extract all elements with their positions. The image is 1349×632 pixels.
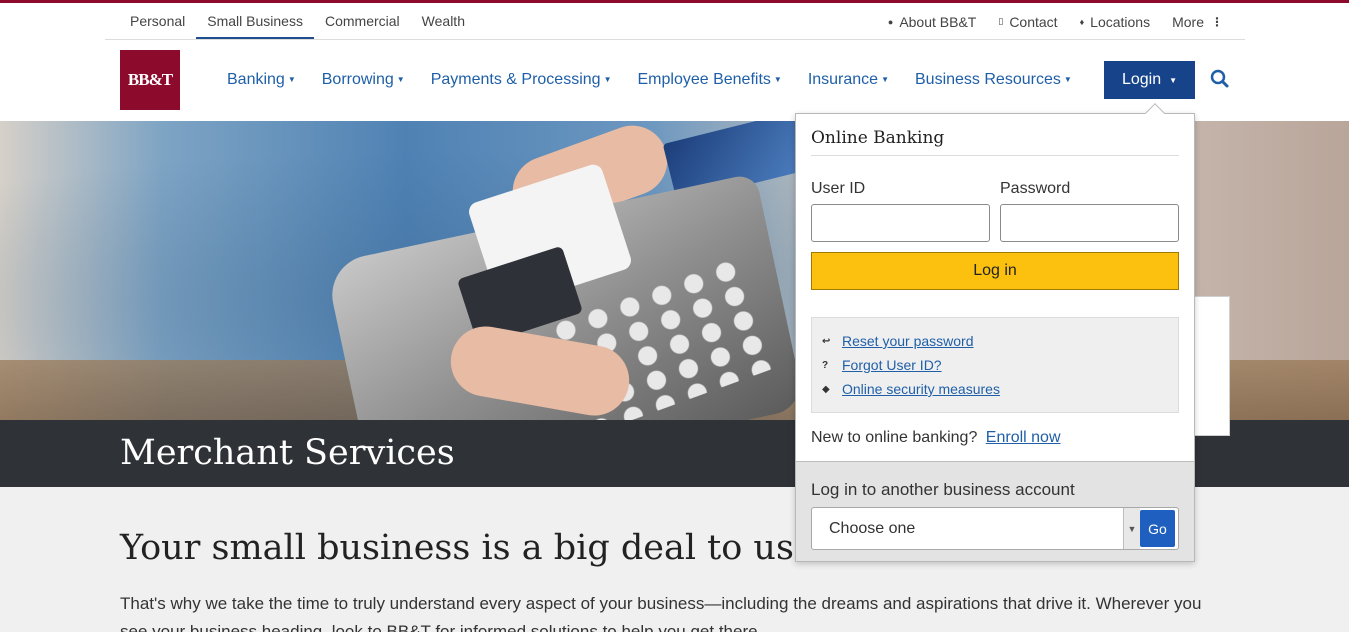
nav-payments-processing[interactable]: Payments & Processing ▼ [431,71,612,89]
more-menu[interactable]: More ⋮ [1172,14,1223,30]
nav-banking[interactable]: Banking ▼ [227,71,296,89]
about-link[interactable]: ● About BB&T [888,14,976,30]
nav-business-resources-label: Business Resources [915,71,1061,88]
forgot-user-id-link[interactable]: Forgot User ID? [842,357,942,373]
tab-wealth[interactable]: Wealth [411,3,476,39]
contact-link[interactable]: ▯ Contact [998,14,1057,30]
nav-insurance-label: Insurance [807,71,879,88]
search-button[interactable] [1209,68,1231,90]
login-button[interactable]: Login ▼ [1104,61,1195,99]
online-banking-title: Online Banking [811,128,945,148]
login-button-label: Login [1121,71,1162,88]
log-in-button[interactable]: Log in [811,252,1179,290]
new-to-banking-text: New to online banking? [811,429,978,446]
key-icon: ↩ [822,335,831,347]
business-account-select[interactable]: Choose one ▼ [811,507,1179,550]
bbt-logo[interactable]: BB&T [120,50,180,110]
utility-links: ● About BB&T ▯ Contact ♦ Locations More … [866,3,1223,40]
person-icon: ● [887,16,894,27]
contact-label: Contact [1009,13,1058,30]
tab-commercial[interactable]: Commercial [314,3,411,39]
chevron-down-icon: ▼ [1123,508,1140,549]
caret-down-icon: ▼ [396,75,405,84]
security-measures-link[interactable]: Online security measures [842,381,1000,397]
nav-payments-label: Payments & Processing [430,71,601,88]
location-pin-icon: ♦ [1079,16,1085,27]
section-headline: Your small business is a big deal to us [120,528,794,568]
password-input[interactable] [1000,204,1179,242]
search-icon [1210,69,1229,88]
caret-down-icon: ▼ [773,75,782,84]
logo-text: BB&T [127,70,173,89]
question-icon: ? [822,359,829,371]
help-links-box: ↩ Reset your password ? Forgot User ID? … [811,317,1179,413]
locations-link[interactable]: ♦ Locations [1080,14,1151,30]
user-id-input[interactable] [811,204,990,242]
reset-password-link[interactable]: Reset your password [842,333,974,349]
help-item-security: ◆ Online security measures [822,381,1000,397]
select-value: Choose one [829,520,916,537]
tab-small-business[interactable]: Small Business [196,3,314,39]
divider [811,155,1179,156]
caret-down-icon: ▼ [1063,75,1072,84]
kebab-menu-icon: ⋮ [1211,14,1223,29]
caret-down-icon: ▼ [1169,75,1178,85]
phone-icon: ▯ [998,16,1004,26]
help-item-reset: ↩ Reset your password [822,333,974,349]
more-label: More [1172,13,1204,30]
nav-employee-benefits-label: Employee Benefits [637,71,771,88]
enroll-row: New to online banking? Enroll now [811,429,1061,447]
password-label: Password [1000,180,1071,197]
caret-down-icon: ▼ [603,75,612,84]
shield-icon: ◆ [822,383,830,395]
nav-borrowing-label: Borrowing [321,71,394,88]
tab-personal[interactable]: Personal [119,3,196,39]
locations-label: Locations [1090,13,1151,30]
another-account-label: Log in to another business account [811,480,1075,499]
nav-borrowing[interactable]: Borrowing ▼ [322,71,405,89]
page-title: Merchant Services [120,433,455,473]
user-id-label: User ID [811,180,866,197]
utility-bar: Personal Small Business Commercial Wealt… [105,3,1245,40]
nav-business-resources[interactable]: Business Resources ▼ [915,71,1072,89]
nav-insurance[interactable]: Insurance ▼ [808,71,889,89]
intro-paragraph: That's why we take the time to truly und… [120,594,1202,632]
main-nav: Banking ▼ Borrowing ▼ Payments & Processin… [227,66,1098,94]
enroll-now-link[interactable]: Enroll now [986,429,1061,446]
caret-down-icon: ▼ [287,75,296,84]
nav-banking-label: Banking [227,71,285,88]
login-dropdown: Online Banking User ID Password Log in ↩… [795,103,1195,562]
about-label: About BB&T [899,13,977,30]
go-button[interactable]: Go [1140,510,1175,547]
caret-down-icon: ▼ [881,75,889,84]
online-banking-form: Online Banking User ID Password Log in ↩… [796,114,1194,462]
help-item-forgot: ? Forgot User ID? [822,357,942,373]
segment-tabs: Personal Small Business Commercial Wealt… [119,3,476,40]
nav-employee-benefits[interactable]: Employee Benefits ▼ [637,71,781,89]
